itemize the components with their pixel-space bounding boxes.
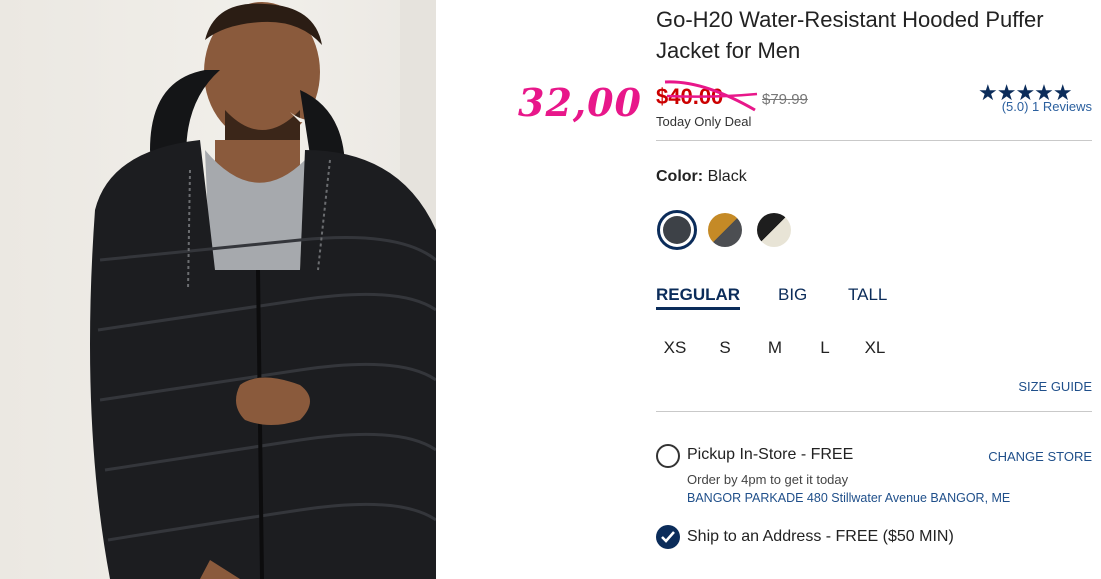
selected-color-value: Black <box>707 168 747 185</box>
scribble-strike-mark <box>664 80 758 112</box>
product-image[interactable] <box>0 0 436 579</box>
original-price: $79.99 <box>762 91 808 108</box>
tab-tall[interactable]: TALL <box>848 285 887 305</box>
divider <box>656 140 1092 141</box>
black-cream-swatch[interactable] <box>757 213 791 247</box>
handwritten-price-annotation: 32,00 <box>518 80 642 125</box>
size-guide-link[interactable]: SIZE GUIDE <box>1018 379 1092 394</box>
black-swatch[interactable] <box>657 210 697 250</box>
jacket-illustration <box>90 2 436 579</box>
size-xs-button[interactable]: XS <box>660 338 690 358</box>
mustard-charcoal-swatch[interactable] <box>708 213 742 247</box>
divider <box>656 411 1092 412</box>
ship-radio-checked[interactable] <box>656 525 680 549</box>
reviews-link[interactable]: (5.0) 1 Reviews <box>1002 99 1092 114</box>
size-s-button[interactable]: S <box>710 338 740 358</box>
ship-label: Ship to an Address - FREE ($50 MIN) <box>687 528 954 545</box>
size-l-button[interactable]: L <box>810 338 840 358</box>
deal-label: Today Only Deal <box>656 114 752 129</box>
tab-big[interactable]: BIG <box>778 285 807 305</box>
product-title: Go-H20 Water-Resistant Hooded Puffer Jac… <box>656 7 1044 63</box>
store-address-link[interactable]: BANGOR PARKADE 480 Stillwater Avenue BAN… <box>687 491 1010 505</box>
pickup-note: Order by 4pm to get it today <box>687 472 849 487</box>
black-swatch-fill <box>663 216 691 244</box>
change-store-link[interactable]: CHANGE STORE <box>988 449 1092 464</box>
pickup-label: Pickup In-Store - FREE <box>687 446 854 463</box>
tab-regular[interactable]: REGULAR <box>656 285 741 310</box>
size-m-button[interactable]: M <box>760 338 790 358</box>
size-xl-button[interactable]: XL <box>860 338 890 358</box>
color-label: Color: <box>656 168 704 185</box>
checkmark-icon <box>661 531 675 543</box>
pickup-radio[interactable] <box>656 444 680 468</box>
color-selection-label: Color: Black <box>656 168 747 186</box>
